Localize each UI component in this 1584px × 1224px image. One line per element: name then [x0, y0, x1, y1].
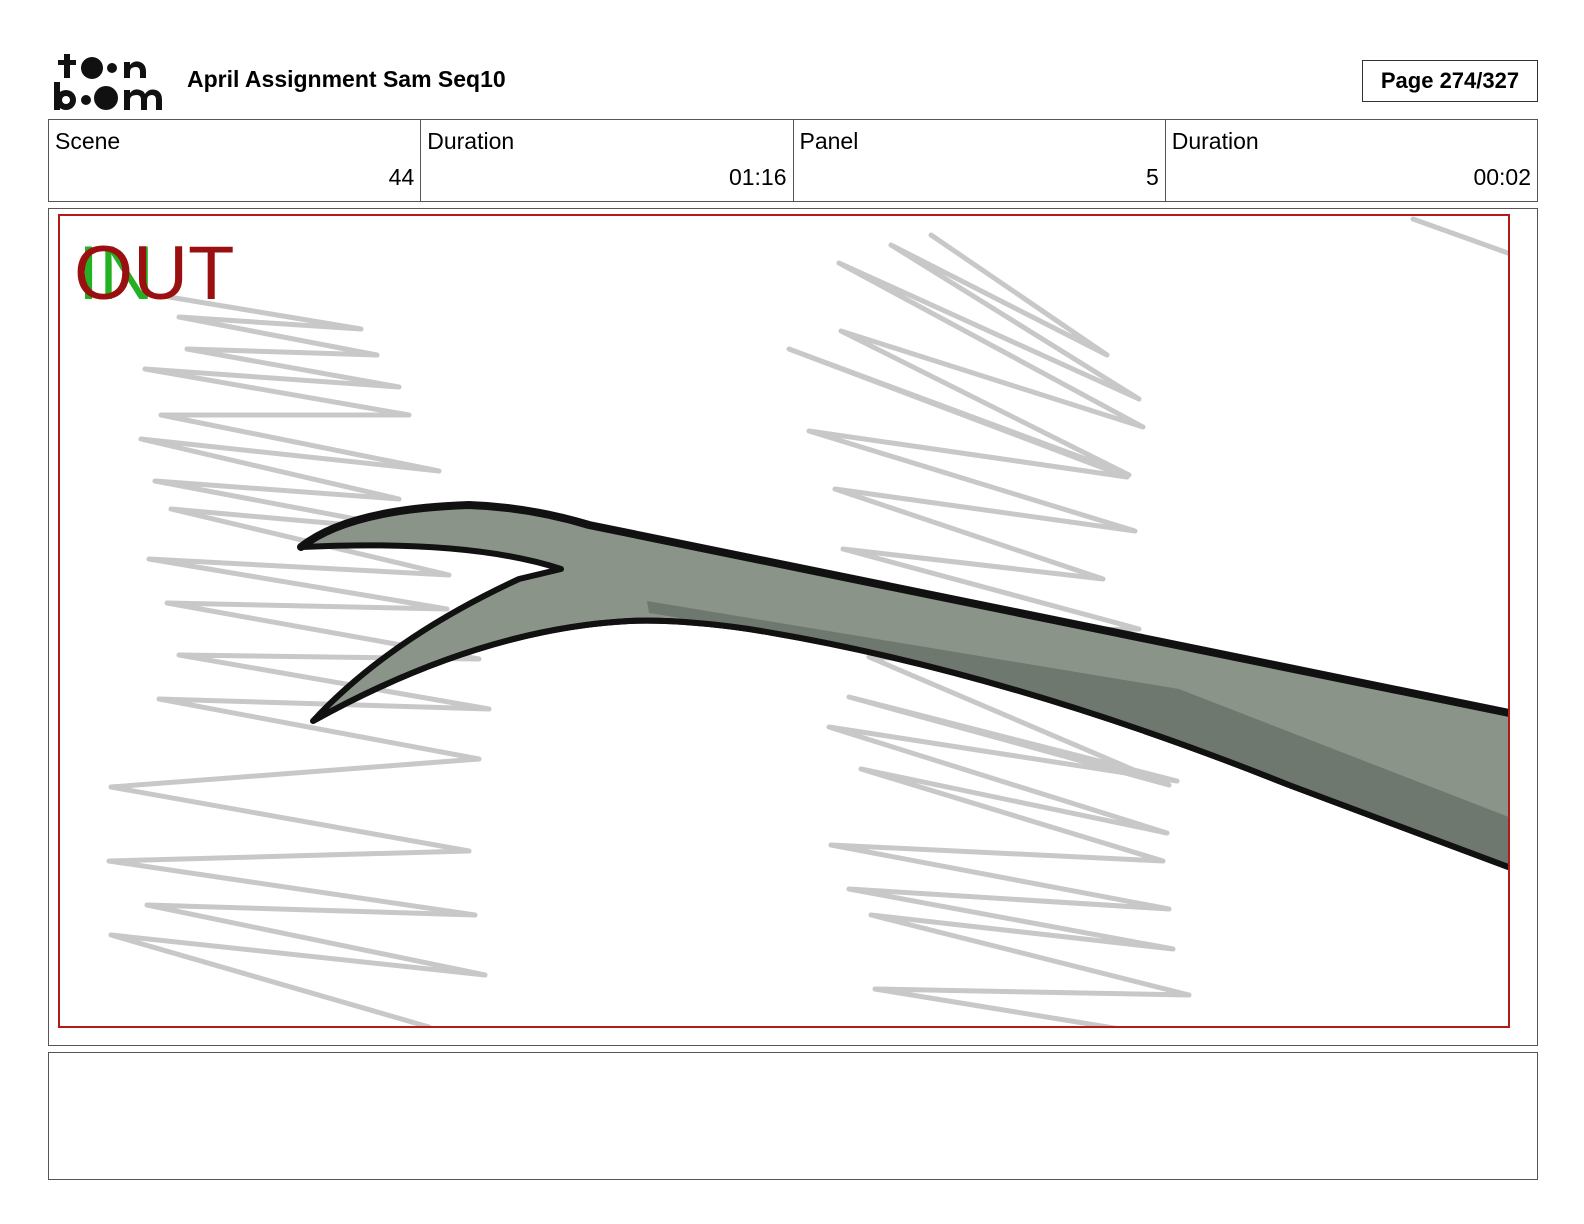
panel-label: Panel — [799, 128, 859, 154]
scene-value: 44 — [388, 164, 415, 190]
document-title: April Assignment Sam Seq10 — [187, 66, 506, 92]
page-number: Page 274/327 — [1362, 60, 1538, 102]
scene-cell: Scene 44 — [49, 120, 422, 201]
panel-value: 5 — [1145, 164, 1159, 190]
storyboard-panel — [48, 208, 1538, 1046]
out-label: OUT — [74, 231, 235, 316]
panel-duration-value: 00:02 — [1473, 164, 1531, 190]
panel-cell: Panel 5 — [794, 120, 1166, 201]
scene-label: Scene — [55, 128, 121, 154]
info-table: Scene 44 Duration 01:16 Panel 5 Duration… — [48, 119, 1538, 202]
scene-duration-label: Duration — [427, 128, 515, 154]
toon-boom-logo — [54, 54, 162, 110]
panel-duration-label: Duration — [1171, 128, 1259, 154]
panel-drawing — [58, 214, 1510, 1028]
notes-box — [48, 1052, 1538, 1180]
scene-duration-value: 01:16 — [728, 164, 787, 190]
panel-duration-cell: Duration 00:02 — [1166, 120, 1537, 201]
tree-branch — [297, 500, 1509, 871]
scene-duration-cell: Duration 01:16 — [421, 120, 794, 201]
